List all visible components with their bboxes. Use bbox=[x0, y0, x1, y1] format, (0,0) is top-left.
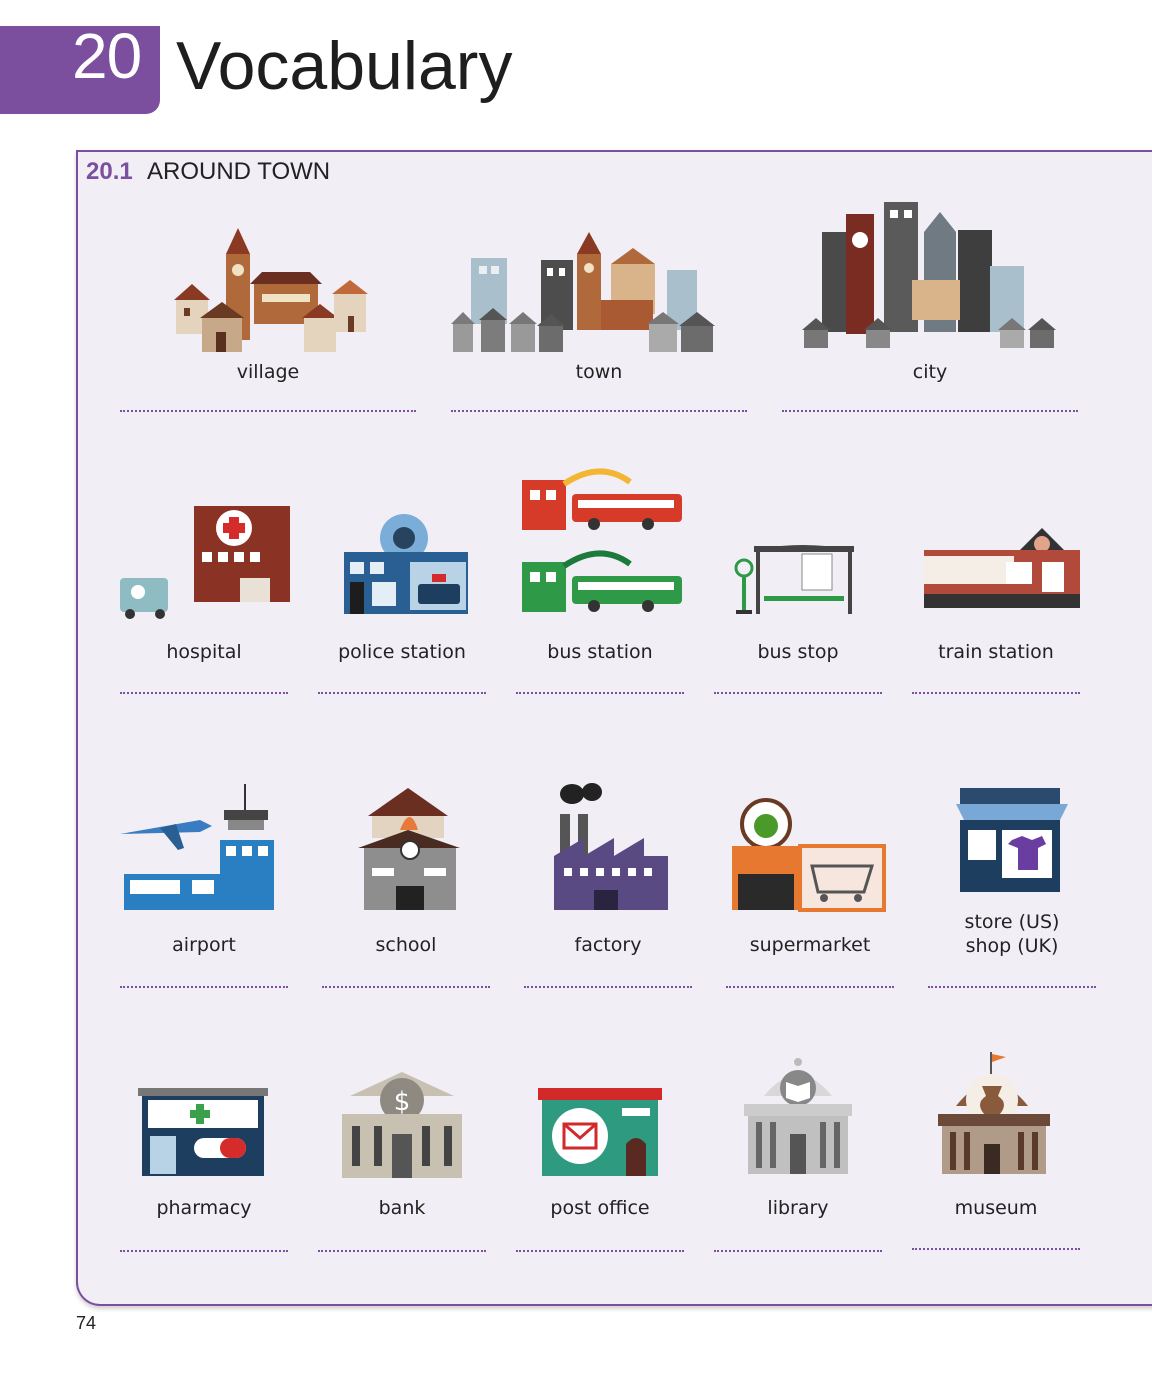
chapter-title: Vocabulary bbox=[176, 28, 513, 104]
answer-line[interactable] bbox=[322, 986, 490, 988]
answer-line[interactable] bbox=[120, 410, 416, 412]
word-airport: airport bbox=[120, 780, 288, 994]
word-factory: factory bbox=[524, 780, 692, 994]
store-icon bbox=[956, 788, 1068, 892]
word-label: pharmacy bbox=[156, 1197, 252, 1219]
answer-line[interactable] bbox=[714, 1250, 882, 1252]
word-label: hospital bbox=[166, 641, 242, 663]
word-label: library bbox=[767, 1197, 829, 1219]
word-village: village bbox=[120, 210, 416, 420]
word-label: airport bbox=[172, 934, 236, 956]
word-label: bank bbox=[378, 1197, 426, 1219]
answer-line[interactable] bbox=[120, 692, 288, 694]
word-label: bus stop bbox=[757, 641, 839, 663]
police-station-icon bbox=[344, 514, 468, 614]
answer-line[interactable] bbox=[318, 1250, 486, 1252]
hospital-icon bbox=[120, 506, 290, 619]
section-title: AROUND TOWN bbox=[147, 158, 331, 185]
answer-line[interactable] bbox=[524, 986, 692, 988]
word-bus-stop: bus stop bbox=[714, 460, 882, 700]
answer-line[interactable] bbox=[451, 410, 747, 412]
word-library: library bbox=[714, 1050, 882, 1256]
word-label: store (US) bbox=[964, 911, 1060, 933]
word-town: town bbox=[451, 210, 747, 420]
answer-line[interactable] bbox=[516, 692, 684, 694]
word-label: train station bbox=[938, 641, 1054, 663]
word-train-station: train station bbox=[912, 460, 1080, 700]
answer-line[interactable] bbox=[714, 692, 882, 694]
word-school: school bbox=[322, 780, 490, 994]
word-label: post office bbox=[550, 1197, 650, 1219]
bank-icon: $ bbox=[342, 1072, 462, 1178]
supermarket-icon bbox=[732, 798, 886, 912]
answer-line[interactable] bbox=[516, 1250, 684, 1252]
airport-icon bbox=[120, 784, 274, 910]
bus-stop-icon bbox=[734, 545, 854, 614]
answer-line[interactable] bbox=[120, 986, 288, 988]
word-label: town bbox=[575, 361, 623, 383]
section-number: 20.1 bbox=[86, 158, 133, 185]
answer-line[interactable] bbox=[912, 692, 1080, 694]
answer-line[interactable] bbox=[782, 410, 1078, 412]
word-label: police station bbox=[338, 641, 466, 663]
word-supermarket: supermarket bbox=[726, 780, 894, 994]
word-museum: museum bbox=[912, 1050, 1080, 1256]
word-label: factory bbox=[574, 934, 642, 956]
word-label: school bbox=[375, 934, 437, 956]
answer-line[interactable] bbox=[120, 1250, 288, 1252]
word-bus-station: bus station bbox=[516, 460, 684, 700]
answer-line[interactable] bbox=[726, 986, 894, 988]
page-number: 74 bbox=[76, 1313, 97, 1333]
word-pharmacy: pharmacy bbox=[120, 1050, 288, 1256]
svg-text:$: $ bbox=[394, 1087, 411, 1117]
word-label: village bbox=[236, 361, 300, 383]
town-icon bbox=[451, 232, 715, 352]
school-icon bbox=[358, 788, 460, 910]
word-label-alt: shop (UK) bbox=[965, 935, 1059, 957]
answer-line[interactable] bbox=[318, 692, 486, 694]
word-post-office: post office bbox=[516, 1050, 684, 1256]
word-label: museum bbox=[954, 1197, 1038, 1219]
word-hospital: hospital bbox=[120, 460, 290, 700]
word-bank: $ bank bbox=[318, 1050, 486, 1256]
library-icon bbox=[744, 1058, 852, 1174]
word-police-station: police station bbox=[318, 460, 486, 700]
pharmacy-icon bbox=[138, 1088, 268, 1176]
post-office-icon bbox=[538, 1088, 662, 1176]
museum-icon bbox=[938, 1052, 1050, 1174]
word-city: city bbox=[782, 202, 1078, 420]
answer-line[interactable] bbox=[912, 1248, 1080, 1250]
word-label: supermarket bbox=[749, 934, 871, 956]
village-icon bbox=[174, 228, 368, 352]
word-store: store (US) shop (UK) bbox=[928, 780, 1096, 994]
bus-station-icon bbox=[522, 468, 682, 612]
word-label: bus station bbox=[547, 641, 653, 663]
factory-icon bbox=[554, 783, 668, 910]
chapter-number: 20 bbox=[72, 20, 142, 92]
answer-line[interactable] bbox=[928, 986, 1096, 988]
word-label: city bbox=[912, 361, 948, 383]
city-icon bbox=[802, 202, 1056, 348]
train-station-icon bbox=[924, 528, 1080, 608]
